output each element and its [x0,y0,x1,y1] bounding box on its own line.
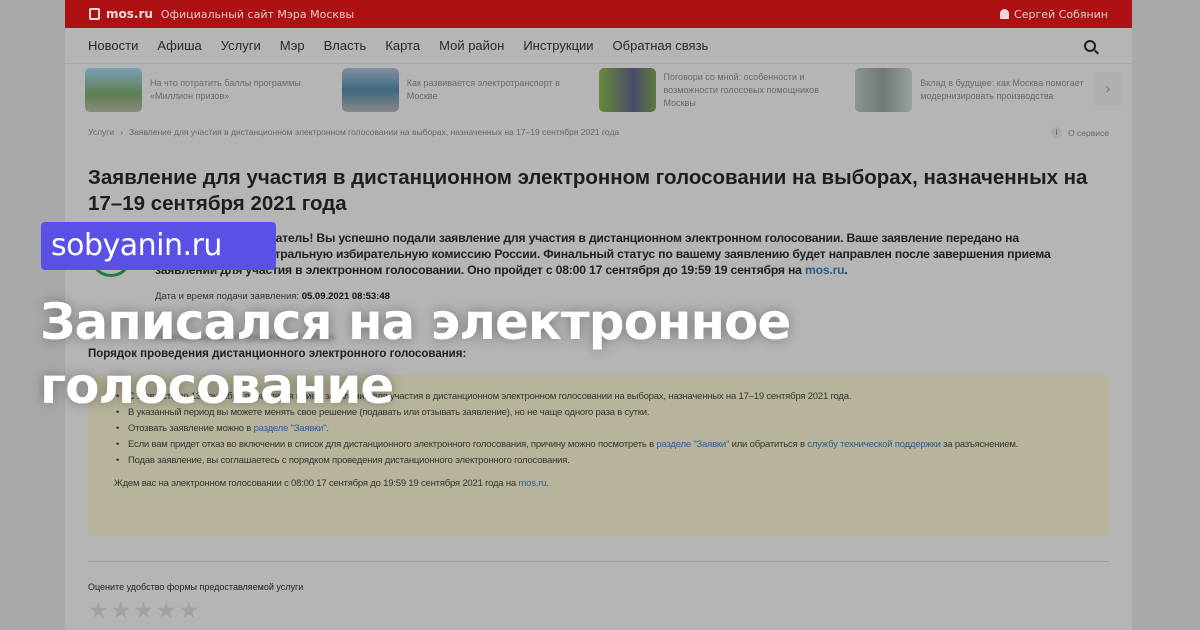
main-nav: Новости Афиша Услуги Мэр Власть Карта Мо… [65,28,1132,64]
news-text: Как развивается электротранспорт в Москв… [406,78,560,101]
applications-link[interactable]: разделе "Заявки" [254,423,327,434]
news-item[interactable]: Как развивается электротранспорт в Москв… [341,68,599,112]
star-rating: ★ ★ ★ ★ ★ [88,598,199,624]
news-item[interactable]: Вклад в будущее: как Москва помогает мод… [855,68,1112,112]
news-thumbnail [855,68,913,112]
page-title: Заявление для участия в дистанционном эл… [88,166,1088,215]
logo-text: mos.ru [106,7,153,21]
success-text: Уважаемый пользователь! Вы успешно подал… [155,231,1051,277]
nav-government[interactable]: Власть [324,38,367,53]
user-menu[interactable]: Сергей Собянин [1000,8,1108,21]
final-end: . [546,478,549,489]
source-badge: sobyanin.ru [41,222,276,270]
logo[interactable]: mos.ru [89,7,153,21]
mos-ru-link[interactable]: mos.ru [518,478,546,489]
star-icon[interactable]: ★ [133,598,154,624]
headline: Записался на электронное голосование [40,290,791,418]
rule-item: Подав заявление, вы соглашаетесь с поряд… [114,453,1082,469]
news-item[interactable]: На что потратить баллы программы «Миллио… [85,68,342,112]
nav-map[interactable]: Карта [385,38,420,53]
breadcrumb: Услуги › Заявление для участия в дистанци… [88,127,1109,138]
breadcrumb-services[interactable]: Услуги [88,127,114,138]
nav-services[interactable]: Услуги [221,38,261,53]
news-text: Поговори со мной: особенности и возможно… [663,71,819,108]
rule-text: . [326,423,329,434]
rule-text: за разъяснением. [940,439,1019,450]
mos-logo-icon [89,8,100,20]
rating-label: Оцените удобство формы предоставляемой у… [88,582,304,592]
rule-text: или обратиться в [729,439,808,450]
news-thumbnail [598,68,656,112]
about-service-link[interactable]: i О сервисе [1051,127,1109,138]
star-icon[interactable]: ★ [88,598,109,624]
applications-link[interactable]: разделе "Заявки" [656,439,729,450]
success-message: Уважаемый пользователь! Вы успешно подал… [155,230,1105,278]
news-thumbnail [85,68,142,112]
chevron-right-icon[interactable]: › [1094,72,1122,106]
star-icon[interactable]: ★ [111,598,132,624]
rule-item: Отозвать заявление можно в разделе "Заяв… [114,421,1082,437]
site-title: Официальный сайт Мэра Москвы [160,7,355,21]
divider [88,561,1109,562]
rule-text: Отозвать заявление можно в [128,423,254,434]
success-end: . [844,263,848,277]
about-service-label: О сервисе [1068,127,1109,138]
star-icon[interactable]: ★ [156,598,177,624]
mos-ru-link[interactable]: mos.ru [805,263,845,277]
nav-mayor[interactable]: Мэр [280,38,305,53]
headline-line-1: Записался на электронное [40,293,791,351]
info-icon: i [1051,127,1063,138]
rule-text: Если вам придет отказ во включении в спи… [128,439,657,450]
star-icon[interactable]: ★ [179,598,200,624]
top-bar: mos.ru Официальный сайт Мэра Москвы Серг… [65,0,1132,28]
user-icon [1000,9,1010,19]
news-text: На что потратить баллы программы «Миллио… [150,78,301,101]
headline-line-2: голосование [40,357,394,415]
breadcrumb-current: Заявление для участия в дистанционном эл… [128,127,620,137]
nav-news[interactable]: Новости [88,38,138,53]
news-thumbnail [341,68,399,112]
final-note: Ждем вас на электронном голосовании с 08… [114,478,1082,489]
news-carousel: На что потратить баллы программы «Миллио… [65,64,1132,116]
final-text: Ждем вас на электронном голосовании с 08… [114,478,519,489]
breadcrumb-separator: › [120,127,123,137]
user-name: Сергей Собянин [1014,7,1108,21]
nav-instructions[interactable]: Инструкции [523,38,593,53]
support-link[interactable]: службу технической поддержки [807,439,941,450]
news-text: Вклад в будущее: как Москва помогает мод… [920,78,1084,101]
nav-afisha[interactable]: Афиша [157,38,201,53]
rule-item: Если вам придет отказ во включении в спи… [114,437,1082,453]
nav-my-district[interactable]: Мой район [439,38,504,53]
search-icon[interactable] [1084,39,1096,52]
nav-feedback[interactable]: Обратная связь [613,38,709,53]
news-item[interactable]: Поговори со мной: особенности и возможно… [598,68,856,112]
